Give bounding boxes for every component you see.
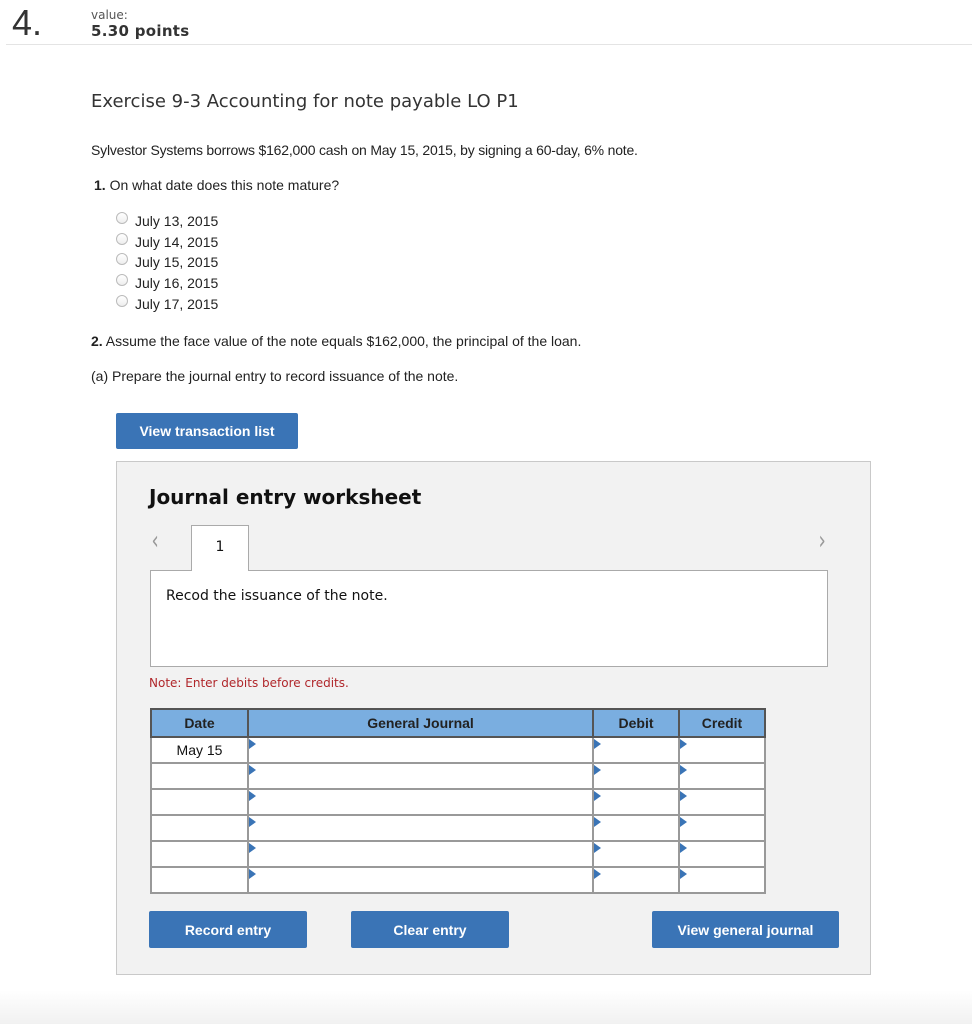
chevron-left-icon[interactable]: ‹	[152, 526, 159, 556]
chevron-right-icon[interactable]: ›	[819, 526, 826, 556]
transaction-description: Recod the issuance of the note.	[166, 588, 388, 604]
account-cell[interactable]	[247, 736, 594, 764]
column-header-debit: Debit	[592, 708, 680, 738]
table-row	[150, 866, 766, 894]
account-cell[interactable]	[247, 762, 594, 790]
question-2a: (a) Prepare the journal entry to record …	[91, 368, 459, 384]
view-general-journal-button[interactable]: View general journal	[652, 911, 839, 948]
table-row	[150, 788, 766, 816]
dropdown-marker-icon	[680, 791, 687, 801]
debit-cell[interactable]	[592, 762, 680, 790]
dropdown-marker-icon	[594, 843, 601, 853]
tab-transaction-1[interactable]: 1	[191, 525, 249, 571]
date-cell[interactable]	[150, 814, 249, 842]
option-label: July 14, 2015	[135, 233, 219, 250]
dropdown-marker-icon	[594, 765, 601, 775]
maturity-date-options: July 13, 2015 July 14, 2015 July 15, 201…	[116, 211, 218, 314]
radio-button[interactable]	[116, 274, 128, 287]
credit-cell[interactable]	[678, 788, 766, 816]
option-july-15[interactable]: July 15, 2015	[116, 252, 218, 273]
dropdown-marker-icon	[680, 739, 687, 749]
date-cell[interactable]	[150, 866, 249, 894]
transaction-description-box: Recod the issuance of the note.	[150, 570, 828, 667]
credit-cell[interactable]	[678, 814, 766, 842]
debit-cell[interactable]	[592, 866, 680, 894]
dropdown-marker-icon	[680, 843, 687, 853]
debit-cell[interactable]	[592, 736, 680, 764]
option-july-16[interactable]: July 16, 2015	[116, 273, 218, 294]
column-header-credit: Credit	[678, 708, 766, 738]
table-header-row: Date General Journal Debit Credit	[150, 708, 766, 738]
question-2-text: Assume the face value of the note equals…	[102, 333, 582, 349]
column-header-general-journal: General Journal	[247, 708, 594, 738]
dropdown-marker-icon	[594, 869, 601, 879]
question-1-number: 1.	[94, 177, 106, 193]
date-cell[interactable]: May 15	[150, 736, 249, 764]
option-label: July 13, 2015	[135, 213, 219, 230]
dropdown-marker-icon	[249, 817, 256, 827]
page-bottom-fade	[0, 990, 972, 1024]
debit-cell[interactable]	[592, 840, 680, 868]
credit-cell[interactable]	[678, 736, 766, 764]
account-cell[interactable]	[247, 840, 594, 868]
view-transaction-list-button[interactable]: View transaction list	[116, 413, 298, 449]
question-2: 2. Assume the face value of the note equ…	[91, 333, 581, 349]
point-value: 5.30 points	[91, 22, 190, 40]
date-cell[interactable]	[150, 840, 249, 868]
dropdown-marker-icon	[594, 739, 601, 749]
dropdown-marker-icon	[680, 817, 687, 827]
debit-cell[interactable]	[592, 788, 680, 816]
clear-entry-button[interactable]: Clear entry	[351, 911, 509, 948]
option-july-14[interactable]: July 14, 2015	[116, 232, 218, 253]
dropdown-marker-icon	[249, 869, 256, 879]
dropdown-marker-icon	[680, 869, 687, 879]
date-cell[interactable]	[150, 788, 249, 816]
table-row: May 15	[150, 736, 766, 764]
credit-cell[interactable]	[678, 866, 766, 894]
value-label: value:	[91, 8, 128, 22]
question-number: 4.	[12, 2, 43, 43]
account-cell[interactable]	[247, 814, 594, 842]
radio-button[interactable]	[116, 212, 128, 225]
radio-button[interactable]	[116, 294, 128, 307]
dropdown-marker-icon	[594, 791, 601, 801]
dropdown-marker-icon	[249, 791, 256, 801]
table-row	[150, 814, 766, 842]
exercise-title: Exercise 9-3 Accounting for note payable…	[91, 91, 519, 112]
date-cell[interactable]	[150, 762, 249, 790]
question-2-number: 2.	[91, 333, 103, 349]
account-cell[interactable]	[247, 866, 594, 894]
table-row	[150, 840, 766, 868]
question-1: 1. On what date does this note mature?	[94, 177, 339, 193]
journal-entry-worksheet: Journal entry worksheet ‹ 1 › Recod the …	[116, 461, 871, 975]
radio-button[interactable]	[116, 253, 128, 266]
problem-text: Sylvestor Systems borrows $162,000 cash …	[91, 142, 638, 158]
header-divider	[6, 44, 972, 45]
option-label: July 17, 2015	[135, 295, 219, 312]
option-label: July 15, 2015	[135, 254, 219, 271]
dropdown-marker-icon	[249, 843, 256, 853]
record-entry-button[interactable]: Record entry	[149, 911, 307, 948]
journal-table: Date General Journal Debit Credit May 15	[150, 708, 766, 894]
table-row	[150, 762, 766, 790]
credit-cell[interactable]	[678, 762, 766, 790]
debit-cell[interactable]	[592, 814, 680, 842]
option-label: July 16, 2015	[135, 275, 219, 292]
option-july-17[interactable]: July 17, 2015	[116, 293, 218, 314]
account-cell[interactable]	[247, 788, 594, 816]
credit-cell[interactable]	[678, 840, 766, 868]
debit-credit-note: Note: Enter debits before credits.	[149, 676, 349, 690]
option-july-13[interactable]: July 13, 2015	[116, 211, 218, 232]
dropdown-marker-icon	[249, 765, 256, 775]
question-1-text: On what date does this note mature?	[105, 177, 340, 193]
radio-button[interactable]	[116, 232, 128, 245]
worksheet-title: Journal entry worksheet	[149, 485, 422, 509]
dropdown-marker-icon	[680, 765, 687, 775]
dropdown-marker-icon	[249, 739, 256, 749]
column-header-date: Date	[150, 708, 249, 738]
dropdown-marker-icon	[594, 817, 601, 827]
